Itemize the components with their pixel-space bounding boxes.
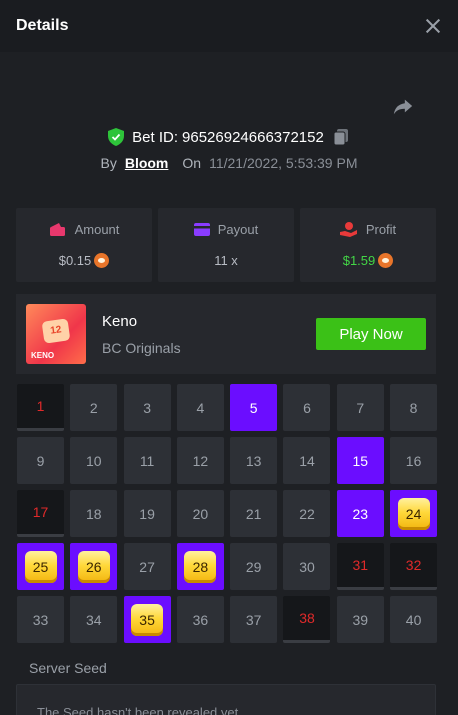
keno-cell: 24 — [390, 490, 438, 537]
keno-cell: 2 — [70, 384, 118, 431]
by-label: By — [100, 155, 117, 171]
keno-thumbnail[interactable]: 12 KENO — [26, 304, 86, 364]
shib-coin-icon — [378, 253, 394, 268]
keno-cell: 37 — [230, 596, 278, 643]
keno-cell: 15 — [336, 437, 384, 484]
server-seed-field: The Seed hasn't been revealed yet — [16, 684, 436, 715]
keno-cell: 21 — [230, 490, 278, 537]
keno-cell: 18 — [70, 490, 118, 537]
keno-cell: 40 — [390, 596, 438, 643]
keno-cell: 33 — [17, 596, 64, 643]
keno-cell: 3 — [123, 384, 171, 431]
keno-board: 1 2 3 4 5 6 7 8 9 10 11 12 13 14 15 16 17 18 19 20 21 22 23 24 2… — [17, 384, 438, 643]
modal-title: Details — [16, 17, 69, 34]
shib-coin-icon — [94, 253, 110, 268]
keno-cell: 26 — [70, 543, 118, 590]
keno-cell: 13 — [230, 437, 278, 484]
copy-icon[interactable] — [332, 128, 350, 146]
keno-hit-gem: 25 — [24, 550, 57, 583]
keno-cell: 20 — [176, 490, 224, 537]
user-link[interactable]: Bloom — [125, 155, 169, 171]
keno-cell: 4 — [176, 384, 224, 431]
stat-profit-label: Profit — [365, 222, 397, 237]
keno-cell: 17 — [17, 490, 64, 537]
stat-payout: Payout 11 x — [158, 208, 294, 282]
bet-datetime: 11/21/2022, 5:53:39 PM — [209, 155, 358, 171]
keno-cell: 35 — [123, 596, 171, 643]
keno-cell: 31 — [336, 543, 384, 590]
stat-profit: Profit $1.59 — [300, 208, 436, 282]
keno-cell: 8 — [390, 384, 438, 431]
keno-cell: 22 — [283, 490, 331, 537]
keno-cell: 10 — [70, 437, 118, 484]
keno-cell: 1 — [17, 384, 64, 431]
server-seed-label: Server Seed — [29, 660, 107, 676]
modal-header: Details — [0, 0, 458, 52]
keno-hit-gem: 24 — [397, 497, 430, 530]
on-label: On — [182, 155, 202, 171]
bet-id-row: Bet ID: 96526924666372152 — [0, 125, 458, 149]
keno-cell: 28 — [176, 543, 224, 590]
keno-hit-gem: 35 — [131, 603, 164, 636]
keno-cell: 32 — [390, 543, 438, 590]
keno-cell: 36 — [176, 596, 224, 643]
bet-id-label: Bet ID: — [132, 128, 179, 146]
keno-cell: 23 — [336, 490, 384, 537]
stat-amount: Amount $0.15 — [16, 208, 152, 282]
game-card: 12 KENO Keno BC Originals Play Now — [16, 294, 436, 374]
keno-cell: 19 — [123, 490, 171, 537]
game-provider: BC Originals — [102, 339, 181, 356]
play-now-button[interactable]: Play Now — [316, 318, 426, 350]
keno-cell: 6 — [283, 384, 331, 431]
keno-cell: 7 — [336, 384, 384, 431]
card-icon — [193, 223, 210, 236]
bet-id-value: 96526924666372152 — [182, 128, 324, 146]
stat-amount-value: $0.15 — [58, 253, 92, 268]
keno-cell: 25 — [17, 543, 64, 590]
keno-cell: 14 — [283, 437, 331, 484]
thumbnail-label: KENO — [31, 351, 55, 360]
keno-cell: 29 — [230, 543, 278, 590]
stat-payout-label: Payout — [217, 222, 259, 237]
keno-cell: 27 — [123, 543, 171, 590]
share-icon[interactable] — [392, 95, 414, 117]
keno-hit-gem: 28 — [184, 550, 217, 583]
close-icon[interactable] — [424, 17, 442, 35]
stat-payout-value: 11 x — [214, 253, 238, 268]
keno-cell: 11 — [123, 437, 171, 484]
game-name: Keno — [102, 312, 138, 330]
keno-cell: 34 — [70, 596, 118, 643]
keno-hit-gem: 26 — [77, 550, 110, 583]
wallet-icon — [49, 222, 65, 236]
stat-amount-label: Amount — [74, 222, 120, 237]
keno-cell: 9 — [17, 437, 64, 484]
hand-coin-icon — [339, 222, 357, 237]
keno-cell: 38 — [283, 596, 331, 643]
keno-cell: 5 — [230, 384, 278, 431]
bet-stats: Amount $0.15 Payout 11 x Profit $1.59 — [16, 208, 436, 282]
bet-author-row: By Bloom On 11/21/2022, 5:53:39 PM — [0, 152, 458, 174]
keno-ball-icon: 12 — [41, 318, 71, 344]
stat-profit-value: $1.59 — [342, 253, 376, 268]
keno-cell: 16 — [390, 437, 438, 484]
keno-cell: 39 — [336, 596, 384, 643]
keno-cell: 12 — [176, 437, 224, 484]
keno-cell: 30 — [283, 543, 331, 590]
verified-shield-icon — [108, 128, 125, 146]
